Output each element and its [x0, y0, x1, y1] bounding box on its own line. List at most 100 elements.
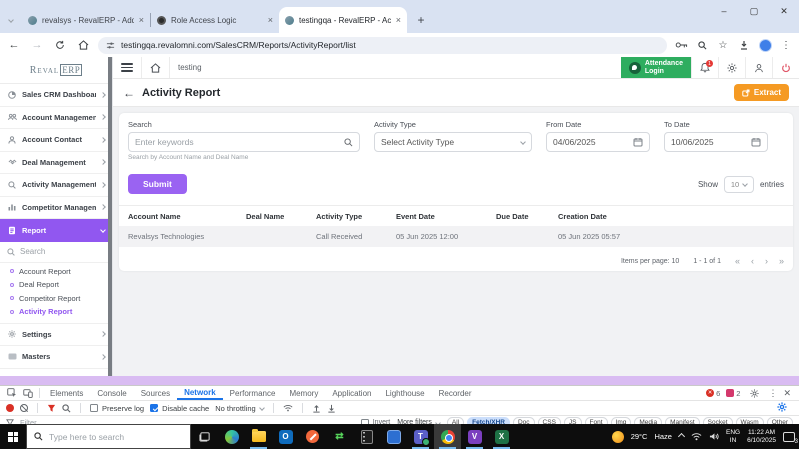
devtools-tab-lighthouse[interactable]: Lighthouse [378, 386, 431, 400]
chip-socket[interactable]: Socket [702, 417, 733, 424]
last-page-button[interactable]: » [779, 256, 784, 266]
blue-app-icon[interactable] [380, 424, 407, 449]
home-button[interactable] [75, 40, 91, 50]
back-button[interactable]: ← [6, 39, 22, 51]
sidebar-item-masters[interactable]: Masters [0, 346, 112, 369]
devtools-menu-icon[interactable]: ⋮ [768, 388, 777, 399]
devtools-close-icon[interactable]: ✕ [783, 388, 791, 399]
chip-font[interactable]: Font [584, 417, 608, 424]
disable-cache-toggle[interactable]: Disable cache [150, 404, 209, 413]
chip-css[interactable]: CSS [537, 417, 561, 424]
from-date-field[interactable]: 04/06/2025 [546, 132, 650, 152]
chip-other[interactable]: Other [766, 417, 793, 424]
zoom-icon[interactable] [695, 40, 709, 50]
workspace-name[interactable]: testing [170, 63, 621, 72]
console-errors-button[interactable]: ✕ 6 [706, 389, 720, 398]
sidebar-item-sales-crm-dashboard[interactable]: Sales CRM Dashboard [0, 84, 112, 107]
app-home-button[interactable] [142, 57, 170, 78]
chip-wasm[interactable]: Wasm [735, 417, 764, 424]
weather-icon[interactable] [611, 430, 624, 443]
devtools-tab-elements[interactable]: Elements [43, 386, 90, 400]
calendar-icon[interactable] [751, 137, 761, 147]
clear-network-icon[interactable] [20, 404, 28, 412]
sidebar-item-settings[interactable]: Settings [0, 324, 112, 346]
devtools-tab-network-active[interactable]: Network [177, 386, 223, 400]
devtools-tab-sources[interactable]: Sources [134, 386, 177, 400]
chrome-icon-active[interactable] [434, 424, 461, 449]
notifications-button[interactable]: 1 [691, 57, 718, 78]
reload-button[interactable] [52, 40, 68, 50]
activity-type-select[interactable]: Select Activity Type [374, 132, 532, 152]
task-view-button[interactable] [191, 424, 218, 449]
to-date-field[interactable]: 10/06/2025 [664, 132, 768, 152]
sidebar-subitem-deal-report[interactable]: Deal Report [0, 278, 112, 292]
devtools-tab-recorder[interactable]: Recorder [432, 386, 479, 400]
device-toolbar-icon[interactable] [20, 388, 36, 398]
first-page-button[interactable]: « [735, 256, 740, 266]
outlook-icon[interactable]: O [272, 424, 299, 449]
forward-button[interactable]: → [29, 39, 45, 51]
browser-tab-role-access[interactable]: Role Access Logic × [151, 7, 279, 33]
entries-count-select[interactable]: 10 [723, 175, 754, 193]
language-indicator[interactable]: ENG IN [726, 429, 740, 444]
site-settings-icon[interactable] [106, 41, 115, 50]
sidebar-item-account-management[interactable]: Account Management [0, 107, 112, 129]
filter-funnel-icon[interactable] [47, 404, 56, 413]
browser-tab-testingqa-active[interactable]: testingqa - RevalERP - Activity R × [279, 7, 407, 33]
profile-avatar[interactable] [758, 38, 772, 52]
browser-menu-icon[interactable]: ⋮ [779, 40, 793, 51]
password-manager-icon[interactable] [674, 41, 688, 49]
excel-icon[interactable]: X [488, 424, 515, 449]
tab-close-icon[interactable]: × [139, 15, 144, 25]
profile-button[interactable] [745, 57, 772, 78]
tab-search-button[interactable] [0, 7, 22, 33]
temperature[interactable]: 29°C [631, 432, 648, 441]
tab-close-icon[interactable]: × [396, 15, 401, 25]
taskbar-search-input[interactable] [49, 431, 169, 442]
import-har-icon[interactable] [312, 404, 321, 413]
search-network-icon[interactable] [62, 403, 71, 413]
chip-doc[interactable]: Doc [512, 417, 535, 424]
menu-toggle-button[interactable] [113, 57, 142, 78]
weather-condition[interactable]: Haze [654, 432, 672, 441]
file-explorer-icon[interactable] [245, 424, 272, 449]
hidden-icons-chevron[interactable] [677, 432, 686, 441]
calendar-icon[interactable] [633, 137, 643, 147]
pen-app-icon[interactable] [299, 424, 326, 449]
submit-button[interactable]: Submit [128, 174, 187, 194]
chip-img[interactable]: Img [610, 417, 632, 424]
attendance-login-button[interactable]: Attendance Login [620, 57, 691, 78]
chip-js[interactable]: JS [563, 417, 582, 424]
network-conditions-icon[interactable] [283, 404, 293, 412]
sidebar-scrollbar[interactable] [108, 57, 112, 376]
chip-media[interactable]: Media [634, 417, 663, 424]
window-close-button[interactable]: ✕ [769, 0, 799, 22]
tab-close-icon[interactable]: × [268, 15, 273, 25]
table-row[interactable]: Revalsys Technologies Call Received 05 J… [119, 226, 793, 247]
devtools-tab-console[interactable]: Console [90, 386, 133, 400]
keyword-search-input[interactable] [135, 137, 340, 147]
sidebar-search[interactable] [0, 242, 112, 263]
sidebar-subitem-activity-report-active[interactable]: Activity Report [0, 305, 112, 319]
export-har-icon[interactable] [327, 404, 336, 413]
record-network-icon[interactable] [6, 404, 14, 412]
chip-all[interactable]: All [446, 417, 465, 424]
chip-manifest[interactable]: Manifest [665, 417, 700, 424]
next-page-button[interactable]: › [765, 256, 768, 266]
url-bar[interactable]: testingqa.revalomni.com/SalesCRM/Reports… [98, 36, 667, 54]
edge-browser-icon[interactable] [218, 424, 245, 449]
media-app-icon[interactable] [353, 424, 380, 449]
inspect-element-icon[interactable] [4, 388, 20, 398]
clock[interactable]: 11:22 AM 6/10/2025 [747, 429, 776, 444]
start-button[interactable] [0, 424, 26, 449]
devtools-tab-performance[interactable]: Performance [223, 386, 283, 400]
devtools-tab-application[interactable]: Application [325, 386, 378, 400]
sidebar-item-competitor-management[interactable]: Competitor Management [0, 197, 112, 219]
sidebar-item-report-active[interactable]: Report [0, 219, 112, 242]
sidebar-subitem-account-report[interactable]: Account Report [0, 265, 112, 279]
keyword-search-field[interactable] [128, 132, 360, 152]
devtools-tab-memory[interactable]: Memory [282, 386, 325, 400]
browser-tab-revalsys[interactable]: revalsys - RevalERP - Add Searc × [22, 7, 150, 33]
network-settings-button[interactable] [777, 402, 793, 414]
extract-button[interactable]: Extract [733, 84, 789, 101]
